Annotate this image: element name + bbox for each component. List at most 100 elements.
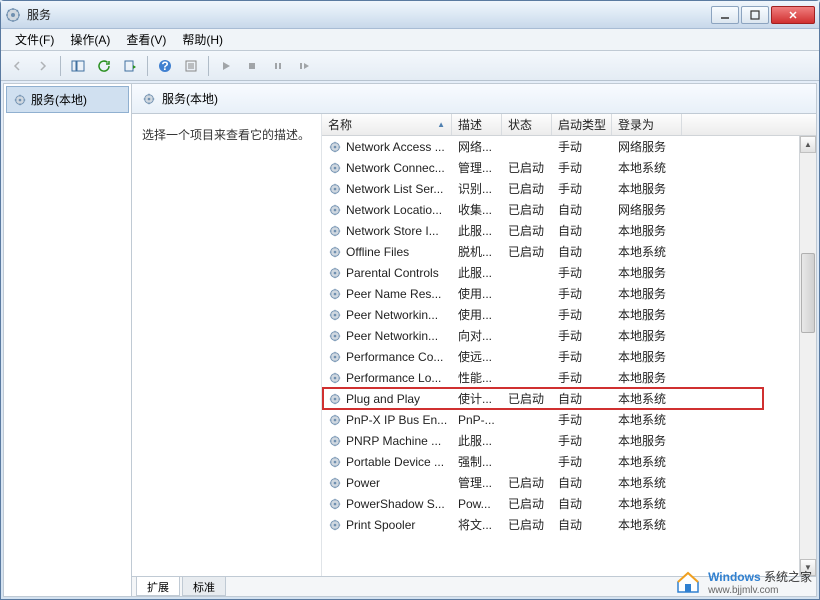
- service-row[interactable]: Offline Files脱机...已启动自动本地系统: [322, 241, 816, 262]
- start-service-button[interactable]: [214, 54, 238, 78]
- cell-logon: 本地服务: [612, 327, 682, 344]
- cell-desc: 将文...: [452, 516, 502, 533]
- tree-pane: 服务(本地): [4, 84, 132, 596]
- column-description[interactable]: 描述: [452, 114, 502, 135]
- show-hide-tree-button[interactable]: [66, 54, 90, 78]
- menu-help[interactable]: 帮助(H): [174, 29, 231, 50]
- titlebar[interactable]: 服务: [1, 1, 819, 29]
- gear-icon: [13, 93, 27, 107]
- scroll-track[interactable]: [800, 153, 816, 559]
- watermark-sub: 系统之家: [764, 570, 812, 584]
- service-row[interactable]: PnP-X IP Bus En...PnP-...手动本地系统: [322, 409, 816, 430]
- cell-name: Network Access ...: [322, 140, 452, 154]
- cell-startup: 手动: [552, 369, 612, 386]
- tab-extended[interactable]: 扩展: [136, 577, 180, 596]
- cell-desc: 向对...: [452, 327, 502, 344]
- cell-name: Peer Networkin...: [322, 308, 452, 322]
- restart-service-button[interactable]: [292, 54, 316, 78]
- description-text: 选择一个项目来查看它的描述。: [142, 126, 311, 143]
- cell-startup: 手动: [552, 306, 612, 323]
- pause-service-button[interactable]: [266, 54, 290, 78]
- column-logon-as[interactable]: 登录为: [612, 114, 682, 135]
- maximize-button[interactable]: [741, 6, 769, 24]
- cell-desc: 强制...: [452, 453, 502, 470]
- refresh-button[interactable]: [92, 54, 116, 78]
- menu-action[interactable]: 操作(A): [62, 29, 118, 50]
- cell-desc: 使用...: [452, 306, 502, 323]
- cell-name: Network Store I...: [322, 224, 452, 238]
- cell-desc: 此服...: [452, 264, 502, 281]
- cell-startup: 手动: [552, 453, 612, 470]
- cell-status: 已启动: [502, 159, 552, 176]
- menu-view[interactable]: 查看(V): [118, 29, 174, 50]
- close-button[interactable]: [771, 6, 815, 24]
- cell-logon: 本地服务: [612, 180, 682, 197]
- cell-name: Network Locatio...: [322, 203, 452, 217]
- service-row[interactable]: Network List Ser...识别...已启动手动本地服务: [322, 178, 816, 199]
- help-button[interactable]: ?: [153, 54, 177, 78]
- cell-logon: 网络服务: [612, 138, 682, 155]
- cell-status: 已启动: [502, 516, 552, 533]
- gear-icon: [142, 92, 156, 106]
- column-name[interactable]: 名称▲: [322, 114, 452, 135]
- cell-name: Network Connec...: [322, 161, 452, 175]
- service-row[interactable]: PNRP Machine ...此服...手动本地服务: [322, 430, 816, 451]
- tree-root-services[interactable]: 服务(本地): [6, 86, 129, 113]
- properties-button[interactable]: [179, 54, 203, 78]
- service-row[interactable]: Performance Lo...性能...手动本地服务: [322, 367, 816, 388]
- vertical-scrollbar[interactable]: ▲ ▼: [799, 136, 816, 576]
- cell-logon: 本地系统: [612, 411, 682, 428]
- service-row[interactable]: Portable Device ...强制...手动本地系统: [322, 451, 816, 472]
- service-row[interactable]: Network Locatio...收集...已启动自动网络服务: [322, 199, 816, 220]
- service-row[interactable]: Peer Name Res...使用...手动本地服务: [322, 283, 816, 304]
- service-row[interactable]: Print Spooler将文...已启动自动本地系统: [322, 514, 816, 535]
- service-row[interactable]: Performance Co...使远...手动本地服务: [322, 346, 816, 367]
- back-button[interactable]: [5, 54, 29, 78]
- minimize-button[interactable]: [711, 6, 739, 24]
- cell-name: Plug and Play: [322, 392, 452, 406]
- service-row[interactable]: Parental Controls此服...手动本地服务: [322, 262, 816, 283]
- cell-startup: 手动: [552, 327, 612, 344]
- cell-name: Performance Co...: [322, 350, 452, 364]
- cell-status: 已启动: [502, 222, 552, 239]
- cell-desc: 管理...: [452, 159, 502, 176]
- export-button[interactable]: [118, 54, 142, 78]
- service-row[interactable]: Plug and Play使计...已启动自动本地系统: [322, 388, 816, 409]
- scroll-up-button[interactable]: ▲: [800, 136, 816, 153]
- toolbar: ?: [1, 51, 819, 81]
- tab-standard[interactable]: 标准: [182, 577, 226, 596]
- column-startup-type[interactable]: 启动类型: [552, 114, 612, 135]
- cell-startup: 手动: [552, 348, 612, 365]
- service-row[interactable]: Network Connec...管理...已启动手动本地系统: [322, 157, 816, 178]
- service-row[interactable]: PowerShadow S...Pow...已启动自动本地系统: [322, 493, 816, 514]
- menu-file[interactable]: 文件(F): [7, 29, 62, 50]
- cell-logon: 本地服务: [612, 264, 682, 281]
- cell-desc: 识别...: [452, 180, 502, 197]
- cell-logon: 本地系统: [612, 243, 682, 260]
- cell-startup: 手动: [552, 159, 612, 176]
- cell-startup: 手动: [552, 411, 612, 428]
- cell-name: Parental Controls: [322, 266, 452, 280]
- column-status[interactable]: 状态: [502, 114, 552, 135]
- stop-service-button[interactable]: [240, 54, 264, 78]
- list-body[interactable]: Network Access ...网络...手动网络服务Network Con…: [322, 136, 816, 576]
- service-row[interactable]: Peer Networkin...向对... 手动本地服务: [322, 325, 816, 346]
- cell-name: PNRP Machine ...: [322, 434, 452, 448]
- cell-name: Peer Networkin...: [322, 329, 452, 343]
- service-row[interactable]: Peer Networkin...使用...手动本地服务: [322, 304, 816, 325]
- cell-name: Power: [322, 476, 452, 490]
- cell-desc: 此服...: [452, 222, 502, 239]
- cell-logon: 本地服务: [612, 369, 682, 386]
- cell-logon: 本地系统: [612, 390, 682, 407]
- service-row[interactable]: Network Store I...此服...已启动自动本地服务: [322, 220, 816, 241]
- cell-desc: 使计...: [452, 390, 502, 407]
- cell-name: Peer Name Res...: [322, 287, 452, 301]
- cell-logon: 本地服务: [612, 432, 682, 449]
- forward-button[interactable]: [31, 54, 55, 78]
- service-row[interactable]: Network Access ...网络...手动网络服务: [322, 136, 816, 157]
- details-header-label: 服务(本地): [162, 90, 218, 107]
- scroll-thumb[interactable]: [801, 253, 815, 333]
- cell-logon: 本地服务: [612, 285, 682, 302]
- service-row[interactable]: Power管理...已启动自动本地系统: [322, 472, 816, 493]
- details-pane: 服务(本地) 选择一个项目来查看它的描述。 名称▲ 描述 状态 启动类型 登录为…: [132, 84, 816, 596]
